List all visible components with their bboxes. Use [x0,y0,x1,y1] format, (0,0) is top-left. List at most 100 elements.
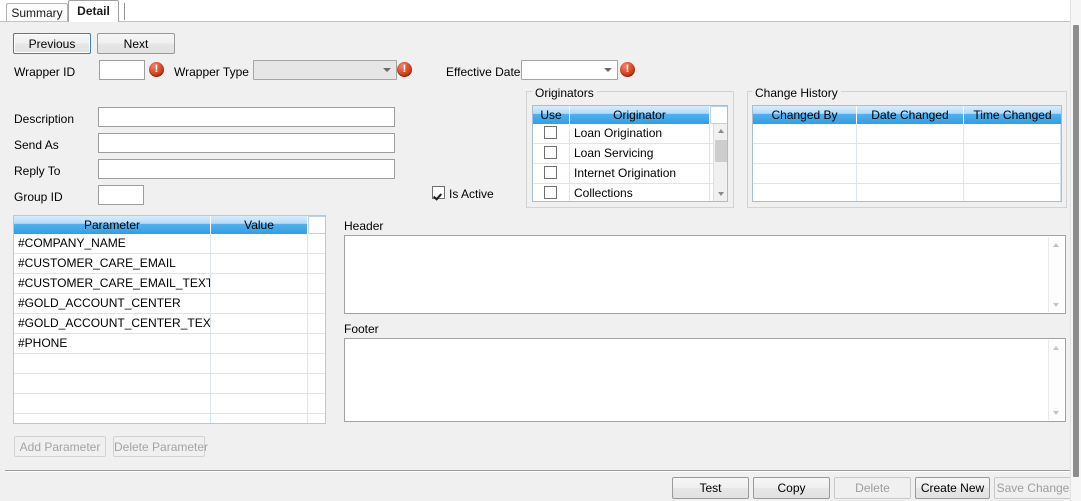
originators-use-cell[interactable] [533,124,570,143]
parameter-name-cell[interactable]: #GOLD_ACCOUNT_CENTER_TEXT [14,314,211,333]
scroll-down-icon[interactable] [1049,297,1064,312]
previous-button[interactable]: Previous [13,33,91,54]
scroll-up-icon[interactable] [1049,237,1064,252]
time-changed-cell[interactable] [964,184,1061,201]
table-row[interactable] [14,374,325,394]
originators-scrollbar[interactable] [713,124,727,201]
table-row[interactable]: Collections [533,184,727,201]
parameter-value-cell[interactable] [211,274,308,293]
parameter-name-cell[interactable]: #PHONE [14,334,211,353]
parameter-name-cell[interactable] [14,374,211,393]
parameter-value-cell[interactable] [211,254,308,273]
header-scrollbar[interactable] [1048,237,1064,312]
parameter-value-cell[interactable] [211,234,308,253]
changed-by-cell[interactable] [753,144,857,163]
changed-by-cell[interactable] [753,124,857,143]
parameter-name-cell[interactable] [14,394,211,413]
table-row[interactable]: Internet Origination [533,164,727,184]
table-row[interactable]: Loan Servicing [533,144,727,164]
table-row[interactable]: #COMPANY_NAME [14,234,325,254]
wrapper-id-input[interactable] [99,60,145,80]
parameter-value-cell[interactable] [211,374,308,393]
originators-use-cell[interactable] [533,144,570,163]
parameter-name-cell[interactable]: #CUSTOMER_CARE_EMAIL_TEXT [14,274,211,293]
table-row[interactable]: #GOLD_ACCOUNT_CENTER_TEXT [14,314,325,334]
date-changed-cell[interactable] [857,144,964,163]
delete-parameter-button[interactable]: Delete Parameter [113,436,208,457]
originator-name-cell[interactable]: Loan Servicing [570,144,710,163]
date-changed-cell[interactable] [857,124,964,143]
table-row[interactable] [753,124,1061,144]
scrollbar-thumb[interactable] [1073,25,1079,477]
originators-use-cell[interactable] [533,164,570,183]
changed-by-cell[interactable] [753,164,857,183]
reply-to-input[interactable] [98,159,395,179]
time-changed-cell[interactable] [964,124,1061,143]
effective-date-combo[interactable] [521,60,618,80]
parameters-col-parameter[interactable]: Parameter [14,216,211,234]
scroll-up-icon[interactable] [714,124,727,138]
wrapper-type-combo[interactable] [253,60,397,80]
originator-use-checkbox[interactable] [544,186,557,199]
scroll-up-icon[interactable] [1049,340,1064,355]
originator-use-checkbox[interactable] [544,126,557,139]
change-history-col-date-changed[interactable]: Date Changed [857,106,964,124]
parameter-value-cell[interactable] [211,334,308,353]
parameter-value-cell[interactable] [211,294,308,313]
table-row[interactable]: Loan Origination [533,124,727,144]
tab-summary[interactable]: Summary [6,3,68,21]
changed-by-cell[interactable] [753,184,857,201]
header-textarea[interactable] [344,235,1066,314]
is-active-checkbox[interactable] [432,186,445,199]
tab-detail[interactable]: Detail [68,0,119,22]
originator-use-checkbox[interactable] [544,166,557,179]
scrollbar-thumb[interactable] [715,140,727,162]
table-row[interactable] [753,164,1061,184]
add-parameter-button[interactable]: Add Parameter [14,436,106,457]
wrapper-type-error-icon[interactable] [397,61,412,77]
change-history-col-time-changed[interactable]: Time Changed [964,106,1061,124]
scroll-down-icon[interactable] [714,187,727,201]
group-id-input[interactable] [98,185,144,205]
scroll-down-icon[interactable] [1049,405,1064,420]
table-row[interactable]: #CUSTOMER_CARE_EMAIL_TEXT [14,274,325,294]
copy-button[interactable]: Copy [753,477,830,499]
table-row[interactable]: #GOLD_ACCOUNT_CENTER [14,294,325,314]
delete-button[interactable]: Delete [834,477,911,499]
window-vertical-scrollbar[interactable] [1070,0,1081,501]
description-input[interactable] [98,107,395,127]
parameters-col-value[interactable]: Value [211,216,308,234]
create-new-button[interactable]: Create New [915,477,990,499]
send-as-input[interactable] [98,133,395,153]
table-row[interactable] [14,394,325,414]
test-button[interactable]: Test [672,477,749,499]
date-changed-cell[interactable] [857,164,964,183]
parameter-name-cell[interactable]: #GOLD_ACCOUNT_CENTER [14,294,211,313]
table-row[interactable]: #PHONE [14,334,325,354]
date-changed-cell[interactable] [857,184,964,201]
parameter-value-cell[interactable] [211,314,308,333]
parameter-name-cell[interactable] [14,354,211,373]
originator-name-cell[interactable]: Internet Origination [570,164,710,183]
parameter-name-cell[interactable]: #COMPANY_NAME [14,234,211,253]
parameter-value-cell[interactable] [211,394,308,413]
parameter-name-cell[interactable] [14,414,211,423]
parameters-grid[interactable]: Parameter Value #COMPANY_NAME #CUSTOMER_… [13,215,326,424]
time-changed-cell[interactable] [964,164,1061,183]
parameter-name-cell[interactable]: #CUSTOMER_CARE_EMAIL [14,254,211,273]
originators-col-originator[interactable]: Originator [570,106,710,124]
wrapper-id-error-icon[interactable] [149,61,164,77]
originator-use-checkbox[interactable] [544,146,557,159]
change-history-grid[interactable]: Changed By Date Changed Time Changed [752,105,1062,202]
footer-scrollbar[interactable] [1048,340,1064,420]
originators-grid[interactable]: Use Originator Loan Origination Loan Ser… [532,105,728,202]
change-history-col-changed-by[interactable]: Changed By [753,106,857,124]
table-row[interactable] [14,354,325,374]
parameter-value-cell[interactable] [211,414,308,423]
next-button[interactable]: Next [97,33,175,54]
originators-use-cell[interactable] [533,184,570,201]
originator-name-cell[interactable]: Loan Origination [570,124,710,143]
time-changed-cell[interactable] [964,144,1061,163]
originator-name-cell[interactable]: Collections [570,184,710,201]
table-row[interactable] [753,144,1061,164]
